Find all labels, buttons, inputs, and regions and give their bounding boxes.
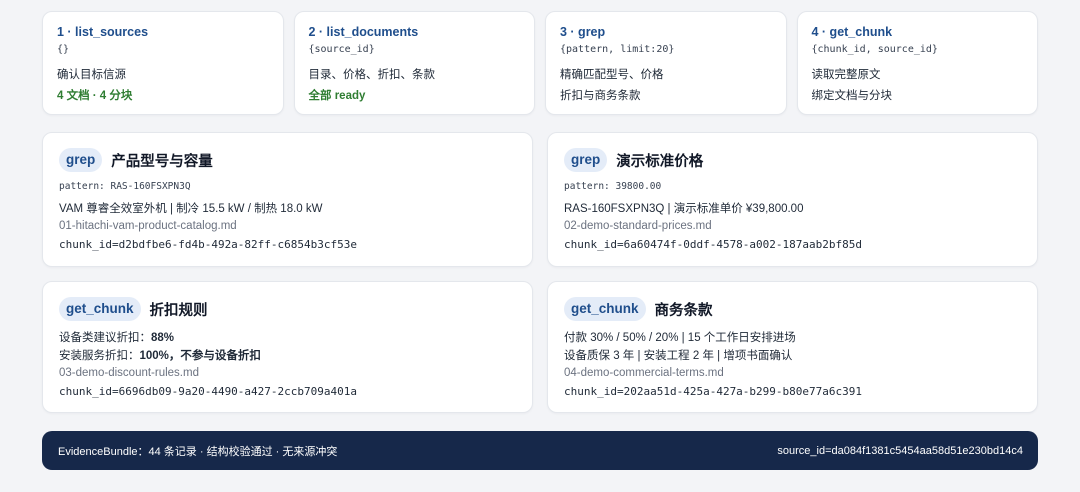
discount-value: 88%: [151, 332, 175, 344]
chunk-id: chunk_id=6696db09-9a20-4490-a427-2ccb709…: [59, 385, 358, 398]
step-description: 目录、价格、折扣、条款: [308, 69, 436, 81]
chunk-id: chunk_id=202aa51d-425a-427a-b299-b80e77a…: [564, 385, 863, 398]
evidence-card-terms: get_chunk 商务条款 付款 30% / 50% / 20% | 15 个…: [547, 281, 1038, 413]
step-card-list-sources: 1 · list_sources {} 确认目标信源 4 文档 · 4 分块: [42, 11, 284, 115]
card-title: 商务条款: [654, 302, 713, 319]
card-title: 产品型号与容量: [111, 153, 213, 170]
step-title: 1 · list_sources: [57, 25, 149, 39]
tool-steps: 1 · list_sources {} 确认目标信源 4 文档 · 4 分块 2…: [42, 11, 1038, 115]
tool-tag: grep: [59, 148, 103, 172]
evidence-line-equipment-discount: 设备类建议折扣：88%: [59, 329, 516, 347]
discount-label: 设备类建议折扣：: [59, 332, 151, 344]
evidence-text-2: 设备质保 3 年 | 安装工程 2 年 | 增项书面确认: [564, 350, 793, 362]
source-file: 02-demo-standard-prices.md: [564, 220, 712, 232]
search-pattern: pattern: 39800.00: [564, 181, 662, 192]
evidence-card-model: grep 产品型号与容量 pattern: RAS-160FSXPN3Q VAM…: [42, 132, 533, 267]
step-title: 3 · grep: [560, 25, 606, 39]
step-result: 全部 ready: [308, 90, 366, 102]
tool-tag: grep: [564, 148, 608, 172]
step-description: 读取完整原文: [811, 69, 881, 81]
evidence-bundle-footer: EvidenceBundle：44 条记录 · 结构校验通过 · 无来源冲突 s…: [42, 431, 1038, 470]
step-title: 2 · list_documents: [308, 25, 419, 39]
chunk-id: chunk_id=6a60474f-0ddf-4578-a002-187aab2…: [564, 238, 863, 251]
step-result: 4 文档 · 4 分块: [57, 90, 133, 102]
evidence-card-price: grep 演示标准价格 pattern: 39800.00 RAS-160FSX…: [547, 132, 1038, 267]
source-id: source_id=da084f1381c5454aa58d51e230bd14…: [777, 444, 1023, 457]
step-args: {source_id}: [308, 44, 375, 55]
step-description: 精确匹配型号、价格: [560, 69, 664, 81]
step-card-get-chunk: 4 · get_chunk {chunk_id, source_id} 读取完整…: [796, 11, 1038, 115]
tool-tag: get_chunk: [564, 297, 646, 321]
evidence-text: RAS-160FSXPN3Q | 演示标准单价 ¥39,800.00: [564, 203, 804, 215]
step-args: {}: [57, 44, 70, 55]
evidence-text: 付款 30% / 50% / 20% | 15 个工作日安排进场: [564, 332, 796, 344]
evidence-text: VAM 尊睿全效室外机 | 制冷 15.5 kW / 制热 18.0 kW: [59, 203, 323, 215]
tool-tag: get_chunk: [59, 297, 141, 321]
step-args: {chunk_id, source_id}: [811, 44, 938, 55]
evidence-card-discount: get_chunk 折扣规则 设备类建议折扣：88% 安装服务折扣：100%，不…: [42, 281, 533, 413]
search-pattern: pattern: RAS-160FSXPN3Q: [59, 181, 191, 192]
evidence-line-install-discount: 安装服务折扣：100%，不参与设备折扣: [59, 347, 516, 365]
source-file: 01-hitachi-vam-product-catalog.md: [59, 220, 237, 232]
bundle-summary: EvidenceBundle：44 条记录 · 结构校验通过 · 无来源冲突: [58, 445, 338, 458]
card-title: 折扣规则: [149, 302, 208, 319]
source-file: 03-demo-discount-rules.md: [59, 367, 199, 379]
chunk-id: chunk_id=d2bdfbe6-fd4b-492a-82ff-c6854b3…: [59, 238, 358, 251]
step-description-2: 折扣与商务条款: [560, 90, 641, 102]
step-title: 4 · get_chunk: [811, 25, 893, 39]
step-card-list-documents: 2 · list_documents {source_id} 目录、价格、折扣、…: [293, 11, 535, 115]
card-title: 演示标准价格: [616, 153, 704, 170]
step-description-2: 绑定文档与分块: [811, 90, 893, 102]
discount-label: 安装服务折扣：: [59, 350, 140, 362]
step-description: 确认目标信源: [57, 69, 126, 81]
step-card-grep: 3 · grep {pattern, limit:20} 精确匹配型号、价格 折…: [545, 11, 787, 115]
source-file: 04-demo-commercial-terms.md: [564, 367, 724, 379]
step-args: {pattern, limit:20}: [560, 44, 675, 55]
discount-value: 100%，不参与设备折扣: [139, 350, 261, 362]
